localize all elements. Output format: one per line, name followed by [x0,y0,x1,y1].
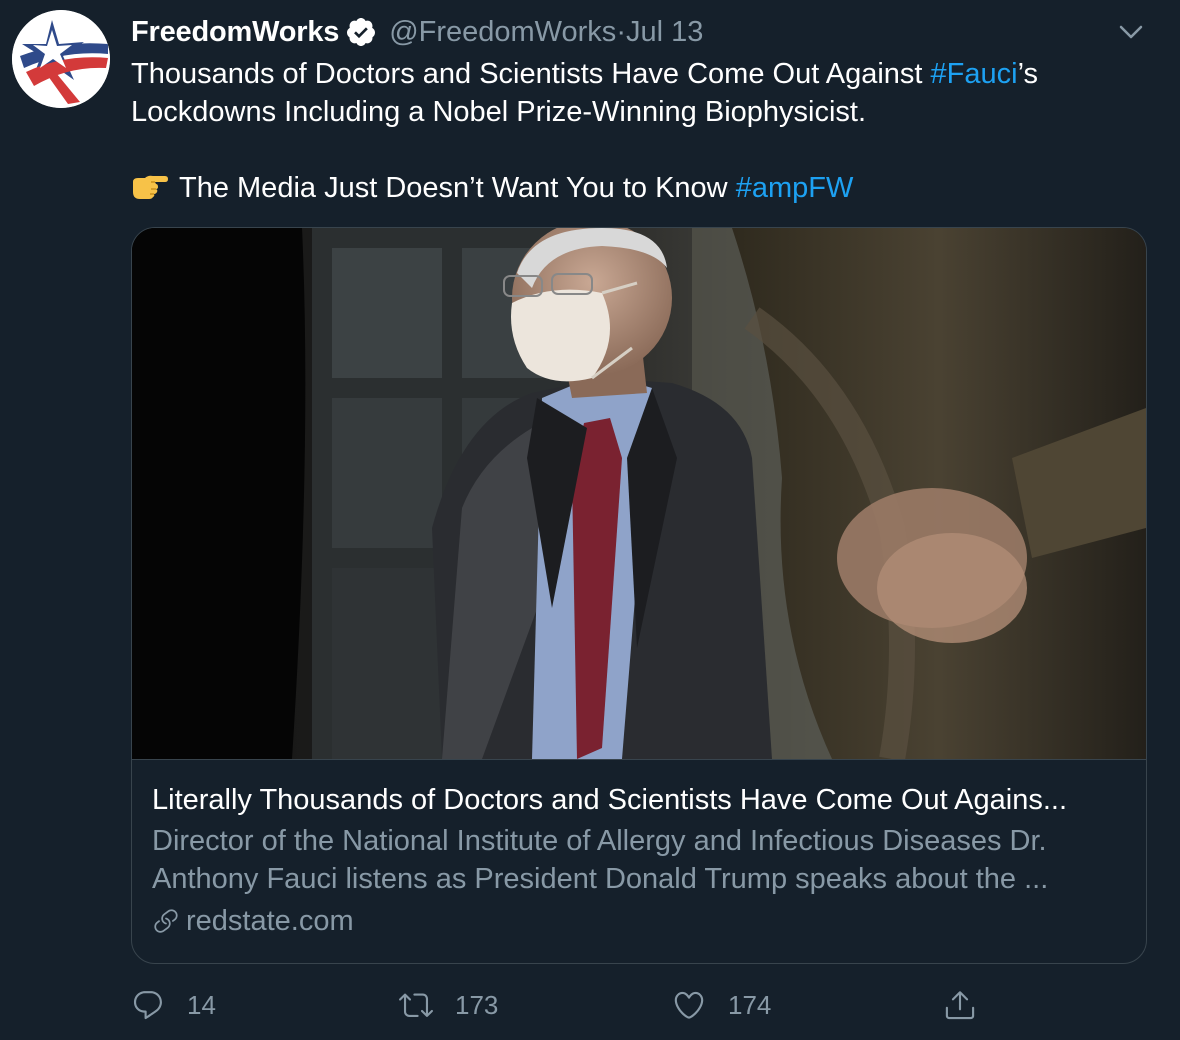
tweet-text-suffix: ’s [1017,58,1038,90]
tweet-text: Thousands of Doctors and Scientists Have… [131,55,1141,207]
link-card[interactable]: Literally Thousands of Doctors and Scien… [131,227,1147,964]
card-description: Director of the National Institute of Al… [152,822,1132,898]
share-button[interactable] [943,980,977,1030]
card-image[interactable] [132,228,1146,759]
tweet[interactable]: FreedomWorks @FreedomWorks · Jul 13 Thou… [0,0,1180,1040]
retweet-icon [399,993,433,1017]
chevron-down-icon[interactable] [1116,20,1146,44]
account-handle[interactable]: @FreedomWorks [389,16,616,49]
tweet-line-3: The Media Just Doesn’t Want You to Know … [131,169,1141,207]
card-divider [132,759,1146,760]
retweet-button[interactable]: 173 [399,980,498,1030]
account-name[interactable]: FreedomWorks [131,16,339,49]
retweet-count: 173 [455,989,499,1020]
card-title[interactable]: Literally Thousands of Doctors and Scien… [152,781,1132,819]
card-description-line: Director of the National Institute of Al… [152,825,1047,857]
avatar[interactable] [12,10,110,108]
tweet-header: FreedomWorks @FreedomWorks · Jul 13 [131,12,703,52]
hashtag-ampfw[interactable]: #ampFW [736,172,854,204]
card-domain[interactable]: redstate.com [152,902,354,940]
tweet-text-segment: Thousands of Doctors and Scientists Have… [131,58,931,90]
meta-separator: · [616,15,626,48]
hashtag-fauci[interactable]: #Fauci [931,58,1018,90]
reply-icon [133,991,162,1020]
tweet-line-1: Thousands of Doctors and Scientists Have… [131,55,1141,93]
reply-count: 14 [187,989,216,1020]
card-domain-text: redstate.com [186,905,354,937]
like-count: 174 [728,989,772,1020]
like-button[interactable]: 174 [672,980,771,1030]
like-icon [674,991,704,1019]
tweet-text-segment: The Media Just Doesn’t Want You to Know [179,172,736,204]
verified-badge-icon [345,16,377,48]
link-icon [154,909,178,933]
tweet-date[interactable]: Jul 13 [626,16,703,49]
pointing-hand-emoji-icon [131,173,169,201]
card-description-line: Anthony Fauci listens as President Donal… [152,863,1049,895]
tweet-actions: 14 173 174 [131,980,1131,1030]
share-icon [945,991,975,1020]
tweet-line-2: Lockdowns Including a Nobel Prize-Winnin… [131,96,867,128]
reply-button[interactable]: 14 [131,980,216,1030]
